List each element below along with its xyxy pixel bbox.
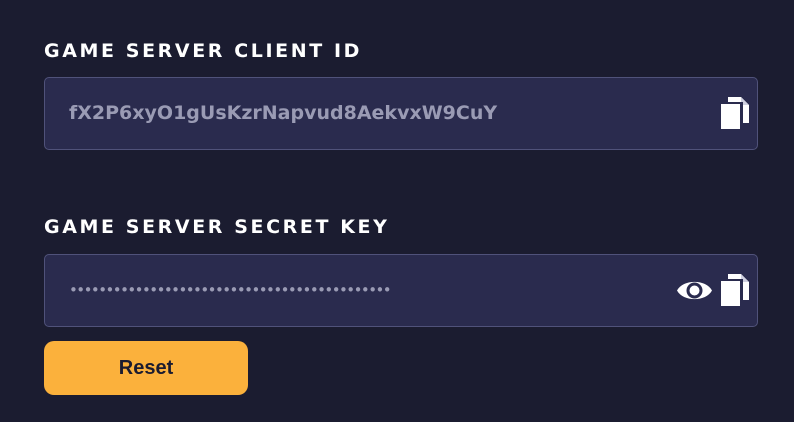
eye-icon[interactable]: [676, 277, 713, 309]
reset-button[interactable]: Reset: [44, 341, 248, 395]
secret-key-masked-value[interactable]: ••••••••••••••••••••••••••••••••••••••••…: [69, 255, 392, 326]
secret-key-field[interactable]: ••••••••••••••••••••••••••••••••••••••••…: [44, 254, 758, 327]
client-id-field[interactable]: fX2P6xyO1gUsKzrNapvud8AekvxW9CuY: [44, 77, 758, 150]
client-id-label: GAME SERVER CLIENT ID: [44, 40, 363, 62]
secret-key-label: GAME SERVER SECRET KEY: [44, 216, 390, 238]
copy-icon[interactable]: [719, 274, 749, 313]
copy-icon[interactable]: [719, 97, 749, 136]
client-id-value[interactable]: fX2P6xyO1gUsKzrNapvud8AekvxW9CuY: [69, 78, 497, 149]
